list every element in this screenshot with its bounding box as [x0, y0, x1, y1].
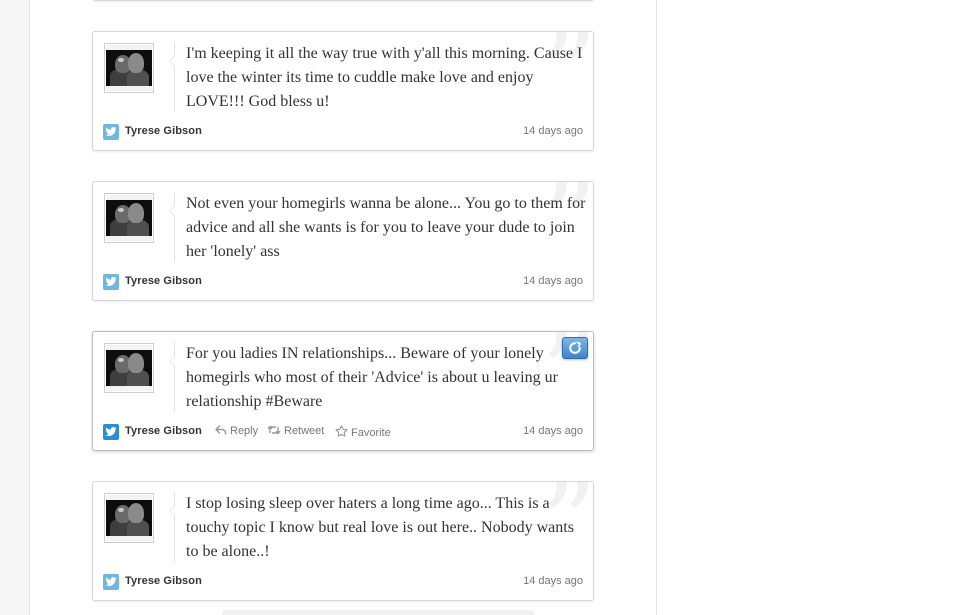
right-sidebar: [657, 0, 960, 615]
reply-label: Reply: [230, 425, 259, 437]
star-icon: [335, 425, 348, 437]
tweet-text: For you ladies IN relationships... Bewar…: [186, 345, 558, 410]
next-tweet-card: [222, 610, 534, 615]
reply-arrow-icon: [215, 425, 227, 435]
speech-separator: [169, 192, 175, 262]
speech-separator: [169, 42, 175, 112]
twitter-bird-icon[interactable]: [103, 424, 119, 440]
reply-action[interactable]: Reply: [215, 425, 258, 437]
author-name[interactable]: Tyrese Gibson: [125, 425, 202, 437]
tweet-text: I'm keeping it all the way true with y'a…: [186, 45, 583, 110]
avatar[interactable]: [104, 43, 154, 93]
tweet-timestamp[interactable]: 14 days ago: [523, 125, 583, 137]
tweet-timestamp[interactable]: 14 days ago: [523, 425, 583, 437]
avatar[interactable]: [104, 493, 154, 543]
speech-separator: [169, 342, 175, 412]
tweet-footer: Tyrese Gibson 14 days ago: [103, 123, 583, 141]
avatar[interactable]: [104, 193, 154, 243]
retweet-icon: [267, 425, 281, 435]
speech-separator: [169, 492, 175, 562]
share-icon: [569, 341, 581, 354]
tweet-card[interactable]: ” Not even your homegirls wanna be alone…: [92, 181, 594, 301]
avatar[interactable]: [104, 343, 154, 393]
tweet-text: I stop losing sleep over haters a long t…: [186, 495, 574, 560]
previous-tweet-card: [92, 0, 594, 1]
author-name[interactable]: Tyrese Gibson: [125, 575, 202, 587]
author-name[interactable]: Tyrese Gibson: [125, 275, 202, 287]
tweet-footer: Tyrese Gibson 14 days ago: [103, 573, 583, 591]
favorite-label: Favorite: [351, 427, 391, 439]
author-name[interactable]: Tyrese Gibson: [125, 125, 202, 137]
left-gutter: [0, 0, 30, 615]
twitter-bird-icon[interactable]: [103, 124, 119, 140]
twitter-bird-icon[interactable]: [103, 274, 119, 290]
tweet-footer: Tyrese Gibson 14 days ago: [103, 273, 583, 291]
tweet-card[interactable]: ” I stop losing sleep over haters a long…: [92, 481, 594, 601]
tweet-card[interactable]: ” I'm keeping it all the way true with y…: [92, 31, 594, 151]
tweet-timestamp[interactable]: 14 days ago: [523, 275, 583, 287]
favorite-action[interactable]: Favorite: [335, 425, 391, 439]
share-button[interactable]: [562, 337, 588, 359]
retweet-label: Retweet: [284, 425, 325, 437]
tweet-card-hovered[interactable]: ” For you ladies IN relationships... Bew…: [92, 331, 594, 451]
retweet-action[interactable]: Retweet: [267, 425, 324, 437]
tweet-text: Not even your homegirls wanna be alone..…: [186, 195, 586, 260]
tweet-footer: Tyrese Gibson Reply Retweet Favorite 14 …: [103, 423, 583, 441]
tweet-timestamp[interactable]: 14 days ago: [523, 575, 583, 587]
twitter-bird-icon[interactable]: [103, 574, 119, 590]
